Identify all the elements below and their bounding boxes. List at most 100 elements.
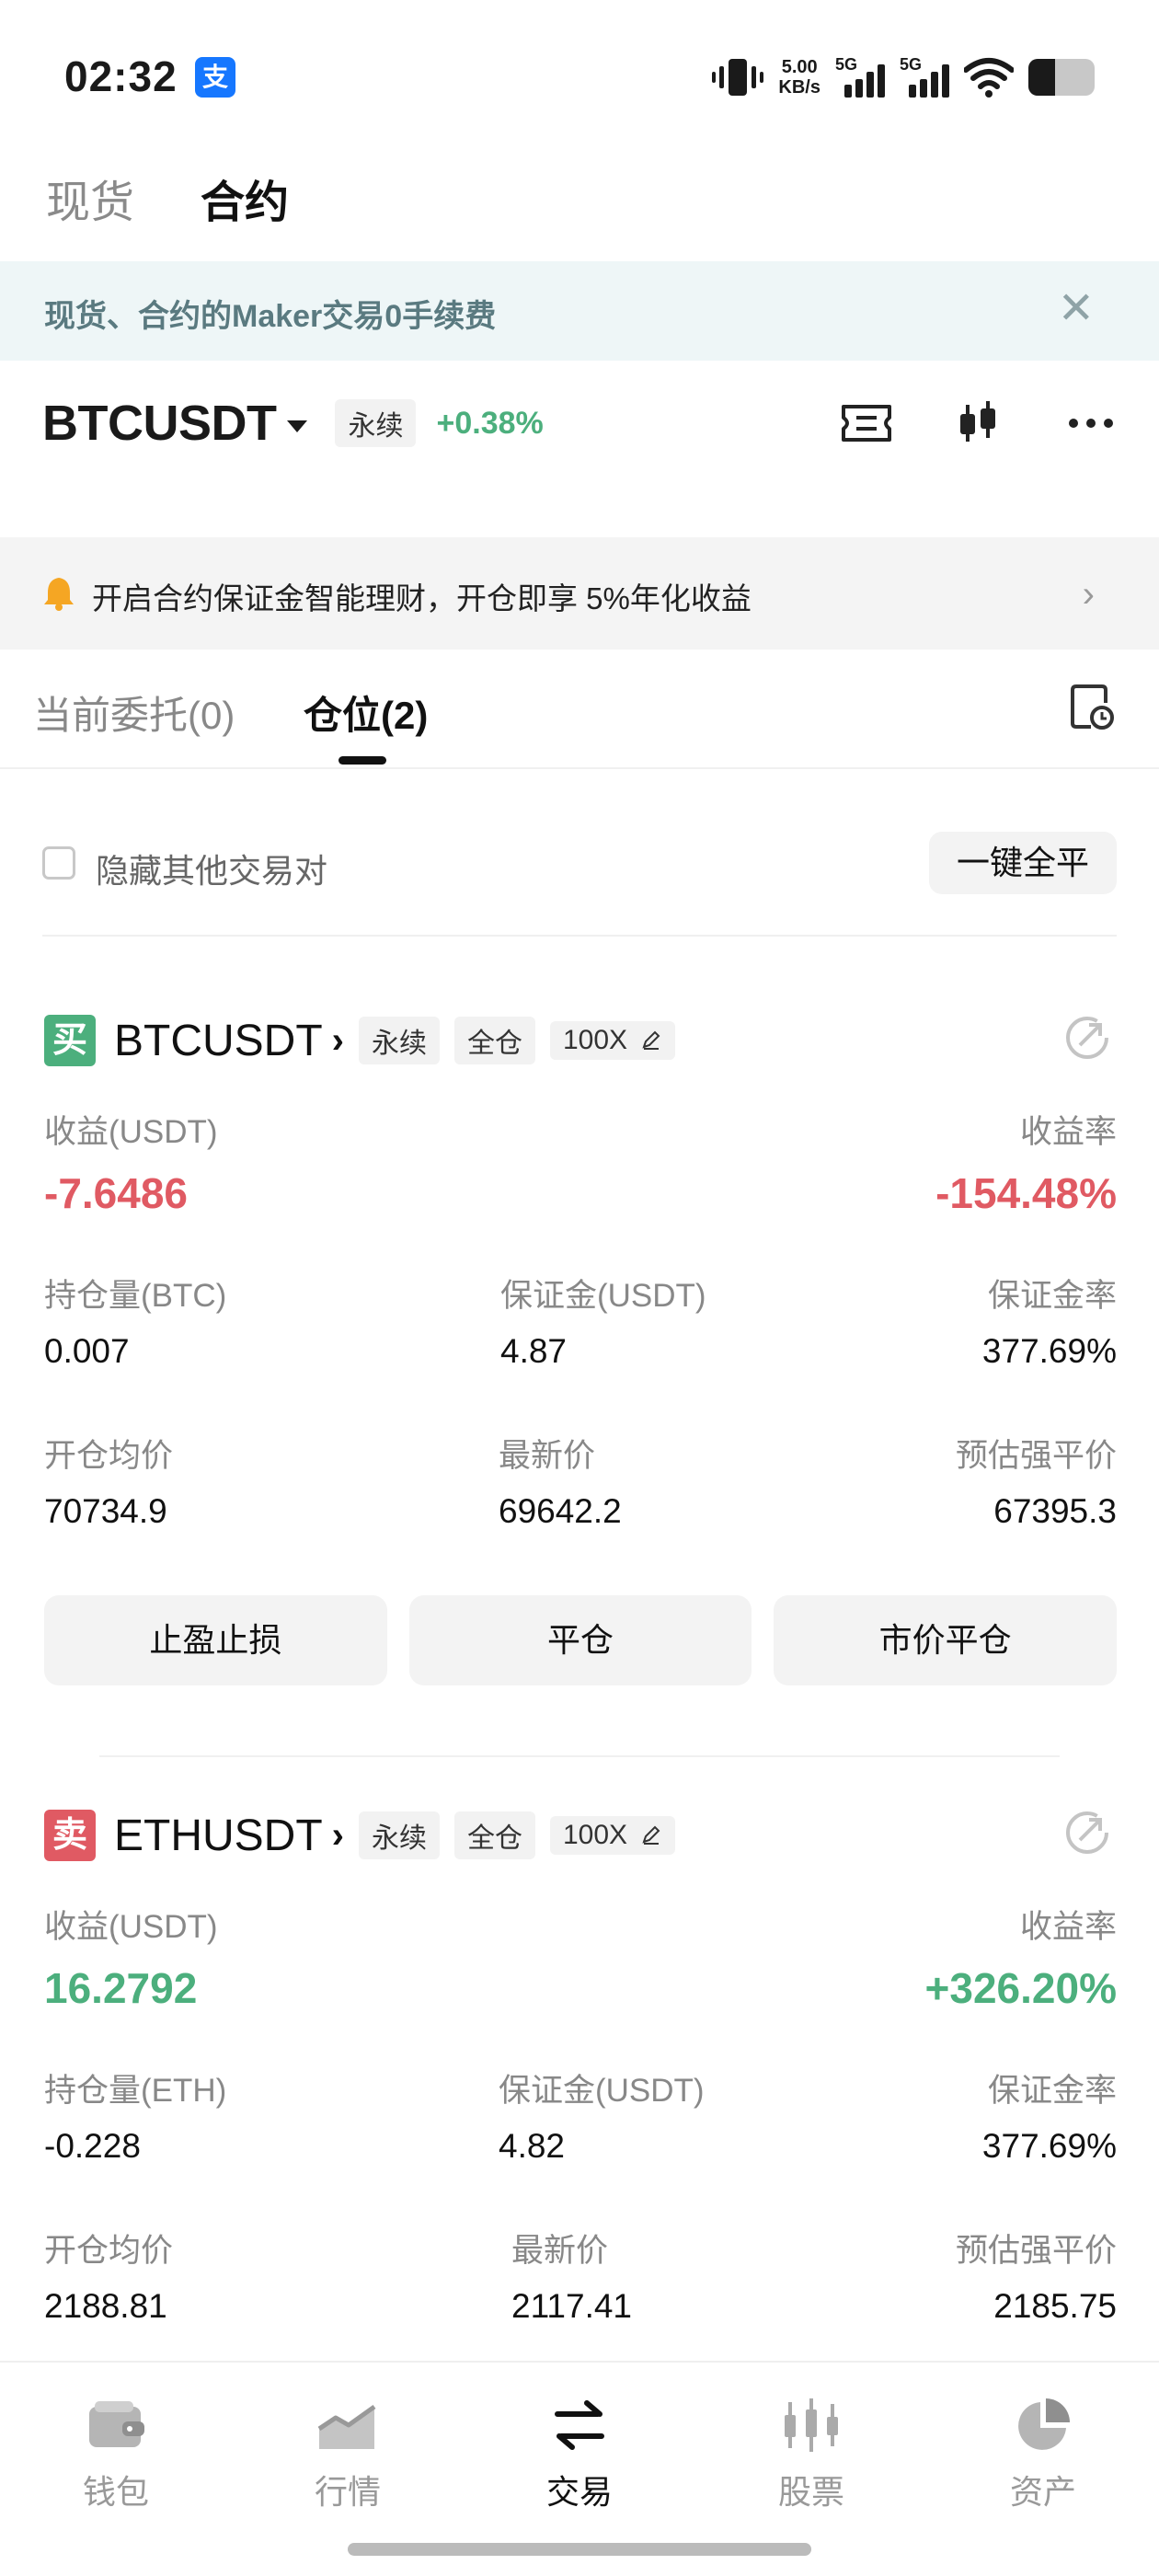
tab-spot[interactable]: 现货 [46,166,134,230]
position-actions: 止盈止损 平仓 市价平仓 [44,1595,1118,1685]
size-label: 持仓量(ETH) [44,2073,227,2109]
nav-label: 行情 [314,2473,381,2511]
pnl-value: 16.2792 [44,1964,198,2012]
home-indicator[interactable] [348,2543,811,2556]
nav-label: 交易 [545,2473,613,2511]
pnl-label: 收益(USDT) [44,1909,218,1945]
margin-ratio-value: 377.69% [981,2127,1117,2165]
coupon-ticket-icon[interactable] [839,396,894,451]
entry-price-label: 开仓均价 [44,2233,174,2269]
tab-positions[interactable]: 仓位(2) [304,684,428,741]
wifi-icon [964,58,1014,98]
history-icon[interactable] [1069,683,1115,730]
wallet-icon [89,2401,144,2447]
margin-value: 4.82 [499,2127,566,2165]
alipay-notification-icon: 支 [195,57,235,98]
leverage-tag[interactable]: 100X [550,1816,676,1855]
nav-market[interactable]: 行情 [274,2390,421,2513]
more-options-icon[interactable] [1063,396,1119,451]
vibrate-icon [712,59,764,96]
nav-wallet[interactable]: 钱包 [42,2390,189,2513]
share-icon[interactable] [1063,1809,1111,1857]
nav-trade[interactable]: 交易 [506,2390,653,2513]
margin-label: 保证金(USDT) [500,1278,706,1314]
share-icon[interactable] [1063,1014,1111,1062]
caret-down-icon[interactable] [287,420,308,432]
nav-assets[interactable]: 资产 [970,2390,1117,2513]
hide-others-checkbox[interactable] [42,846,75,880]
network-speed: 5.00 KB/s [778,57,820,98]
position-card-btcusdt: 买 BTCUSDT › 永续 全仓 100X 收益(USDT) 收益率 -7.6… [44,1008,1118,1685]
nav-label: 股票 [777,2473,844,2511]
leverage-tag[interactable]: 100X [550,1021,676,1060]
last-price-label: 最新价 [499,1438,596,1474]
bell-icon [44,578,74,611]
liq-price-label: 预估强平价 [955,1438,1117,1474]
status-indicators: 5.00 KB/s 5G 5G [712,52,1095,103]
position-card-ethusdt: 卖 ETHUSDT › 永续 全仓 100X 收益(USDT) 收益率 16.2… [44,1803,1117,2366]
last-price-value: 69642.2 [499,1492,622,1530]
chevron-right-icon[interactable]: › [332,1020,344,1062]
signal-sim1-icon: 5G [835,55,885,98]
hide-others-label[interactable]: 隐藏其他交易对 [96,845,327,892]
active-tab-indicator [339,756,386,765]
candlestick-chart-icon[interactable] [951,396,1006,451]
roe-value: -154.48% [935,1169,1117,1217]
entry-price-value: 70734.9 [44,1492,167,1530]
pnl-label: 收益(USDT) [44,1114,218,1150]
position-symbol[interactable]: ETHUSDT [114,1811,323,1861]
status-bar: 02:32 支 5.00 KB/s 5G 5G [0,0,1159,156]
roe-value: +326.20% [924,1964,1117,2012]
notice-text: 开启合约保证金智能理财，开仓即享 5%年化收益 [92,581,752,615]
pnl-value: -7.6486 [44,1169,189,1217]
stocks-candles-icon [785,2398,838,2452]
size-label: 持仓量(BTC) [44,1278,227,1314]
leverage-value: 100X [563,1025,628,1055]
side-badge: 卖 [44,1810,96,1861]
position-symbol[interactable]: BTCUSDT [114,1016,323,1066]
tp-sl-button[interactable]: 止盈止损 [44,1595,387,1685]
nav-label: 钱包 [82,2473,149,2511]
tab-open-orders[interactable]: 当前委托(0) [33,684,235,741]
last-price-label: 最新价 [511,2233,609,2269]
market-type-tabs: 现货 合约 [46,166,289,230]
chevron-right-icon[interactable]: › [1083,576,1095,613]
entry-price-value: 2188.81 [44,2287,167,2325]
market-chart-icon [317,2404,376,2449]
contract-type-tag: 永续 [359,1017,440,1064]
close-icon[interactable]: ✕ [1058,287,1095,331]
position-tabs: 当前委托(0) 仓位(2) [0,650,1159,769]
assets-pie-icon [1018,2398,1070,2450]
side-badge: 买 [44,1015,96,1066]
size-value: 0.007 [44,1332,130,1370]
nav-stocks[interactable]: 股票 [738,2390,885,2513]
filter-row: 隐藏其他交易对 一键全平 [42,832,1117,896]
margin-label: 保证金(USDT) [499,2073,705,2109]
tab-futures[interactable]: 合约 [201,166,289,230]
price-change: +0.38% [436,405,544,441]
close-position-button[interactable]: 平仓 [408,1595,752,1685]
margin-value: 4.87 [500,1332,568,1370]
notice-bar[interactable]: 开启合约保证金智能理财，开仓即享 5%年化收益 › [0,537,1159,650]
contract-type-tag: 永续 [335,399,417,447]
divider [42,935,1117,937]
last-price-value: 2117.41 [511,2287,632,2325]
edit-pencil-icon [642,1825,660,1845]
nav-label: 资产 [1009,2473,1076,2511]
size-value: -0.228 [44,2127,141,2165]
status-time: 02:32 [64,52,178,100]
signal-sim2-icon: 5G [900,55,949,98]
sim1-label: 5G [835,55,858,74]
close-all-button[interactable]: 一键全平 [928,832,1117,894]
symbol-header: BTCUSDT 永续 +0.38% [42,386,1119,460]
contract-type-tag: 永续 [359,1811,440,1859]
market-close-button[interactable]: 市价平仓 [774,1595,1118,1685]
network-speed-unit: KB/s [778,77,820,98]
margin-mode-tag[interactable]: 全仓 [454,1017,535,1064]
promo-banner[interactable]: 现货、合约的Maker交易0手续费 ✕ [0,261,1159,361]
symbol-selector[interactable]: BTCUSDT [42,395,277,452]
margin-ratio-label: 保证金率 [987,2073,1117,2109]
margin-mode-tag[interactable]: 全仓 [454,1811,535,1859]
sim2-label: 5G [900,55,923,74]
chevron-right-icon[interactable]: › [332,1815,344,1857]
